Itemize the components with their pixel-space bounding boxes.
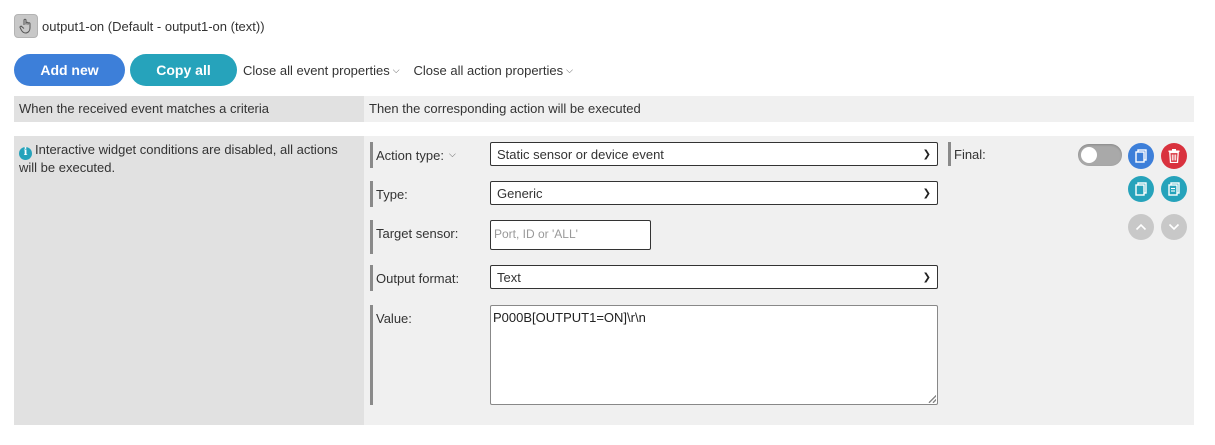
paste-action-button[interactable] [1161, 176, 1187, 202]
copy-action-button[interactable] [1128, 176, 1154, 202]
duplicate-button[interactable] [1128, 143, 1154, 169]
output-format-label: Output format: [376, 271, 460, 286]
clipboard-copy-icon [1135, 182, 1147, 196]
output-format-value: Text [497, 269, 521, 285]
value-text: P000B[OUTPUT1=ON]\r\n [493, 310, 646, 325]
final-label: Final: [954, 147, 986, 162]
chevron-down-icon: ❯ [922, 148, 931, 160]
clipboard-paste-icon [1168, 182, 1180, 196]
final-toggle[interactable] [1078, 144, 1122, 166]
close-all-event-properties-link[interactable]: Close all event properties ⌵ [243, 63, 400, 78]
rule-row: i Interactive widget conditions are disab… [14, 136, 1194, 425]
action-type-label: Action type: [376, 148, 444, 163]
add-new-button[interactable]: Add new [14, 54, 125, 86]
chevron-down-icon: ⌵ [448, 149, 456, 159]
hand-pointer-icon[interactable] [14, 14, 38, 38]
rule-header: output1-on (Default - output1-on (text)) [14, 14, 265, 38]
info-icon: i [19, 146, 32, 160]
column-headers: When the received event matches a criter… [14, 96, 1194, 122]
copy-all-button[interactable]: Copy all [130, 54, 237, 86]
action-type-value: Static sensor or device event [497, 146, 664, 162]
trash-icon [1168, 149, 1180, 163]
rule-title: output1-on (Default - output1-on (text)) [42, 18, 265, 34]
criteria-column-header: When the received event matches a criter… [14, 96, 364, 122]
close-all-action-properties-label: Close all action properties [413, 62, 564, 78]
type-label: Type: [376, 187, 408, 202]
chevron-down-icon: ⌵ [566, 64, 573, 75]
target-sensor-label: Target sensor: [376, 226, 459, 241]
type-value: Generic [497, 185, 543, 201]
toggle-knob [1081, 147, 1097, 163]
type-select[interactable]: Generic ❯ [490, 181, 938, 205]
action-column-header: Then the corresponding action will be ex… [364, 96, 1194, 122]
action-panel: Action type: ⌵ Static sensor or device e… [364, 136, 1194, 425]
value-textarea[interactable]: P000B[OUTPUT1=ON]\r\n [490, 305, 938, 405]
toolbar: Add new Copy all Close all event propert… [14, 54, 587, 86]
chevron-down-icon: ❯ [922, 187, 931, 199]
resize-handle[interactable] [928, 395, 936, 403]
value-label-box: Value: [370, 305, 412, 405]
final-label-box: Final: [948, 142, 986, 166]
move-up-button[interactable] [1128, 214, 1154, 240]
chevron-down-icon: ⌵ [392, 64, 400, 75]
action-type-label-box[interactable]: Action type: ⌵ [370, 142, 456, 168]
chevron-down-icon [1168, 223, 1180, 231]
move-down-button[interactable] [1161, 214, 1187, 240]
criteria-message: Interactive widget conditions are disabl… [19, 142, 338, 175]
copy-icon [1135, 149, 1147, 163]
close-all-action-properties-link[interactable]: Close all action properties ⌵ [414, 63, 573, 78]
value-label: Value: [376, 311, 412, 326]
chevron-up-icon [1135, 223, 1147, 231]
chevron-down-icon: ❯ [922, 271, 931, 283]
output-format-select[interactable]: Text ❯ [490, 265, 938, 289]
close-all-event-properties-label: Close all event properties [243, 62, 390, 78]
type-label-box: Type: [370, 181, 408, 207]
delete-button[interactable] [1161, 143, 1187, 169]
output-format-label-box: Output format: [370, 265, 459, 291]
action-type-select[interactable]: Static sensor or device event ❯ [490, 142, 938, 166]
target-sensor-label-box: Target sensor: [370, 220, 458, 254]
target-sensor-input[interactable]: Port, ID or 'ALL' [490, 220, 651, 250]
criteria-panel: i Interactive widget conditions are disab… [14, 136, 364, 425]
